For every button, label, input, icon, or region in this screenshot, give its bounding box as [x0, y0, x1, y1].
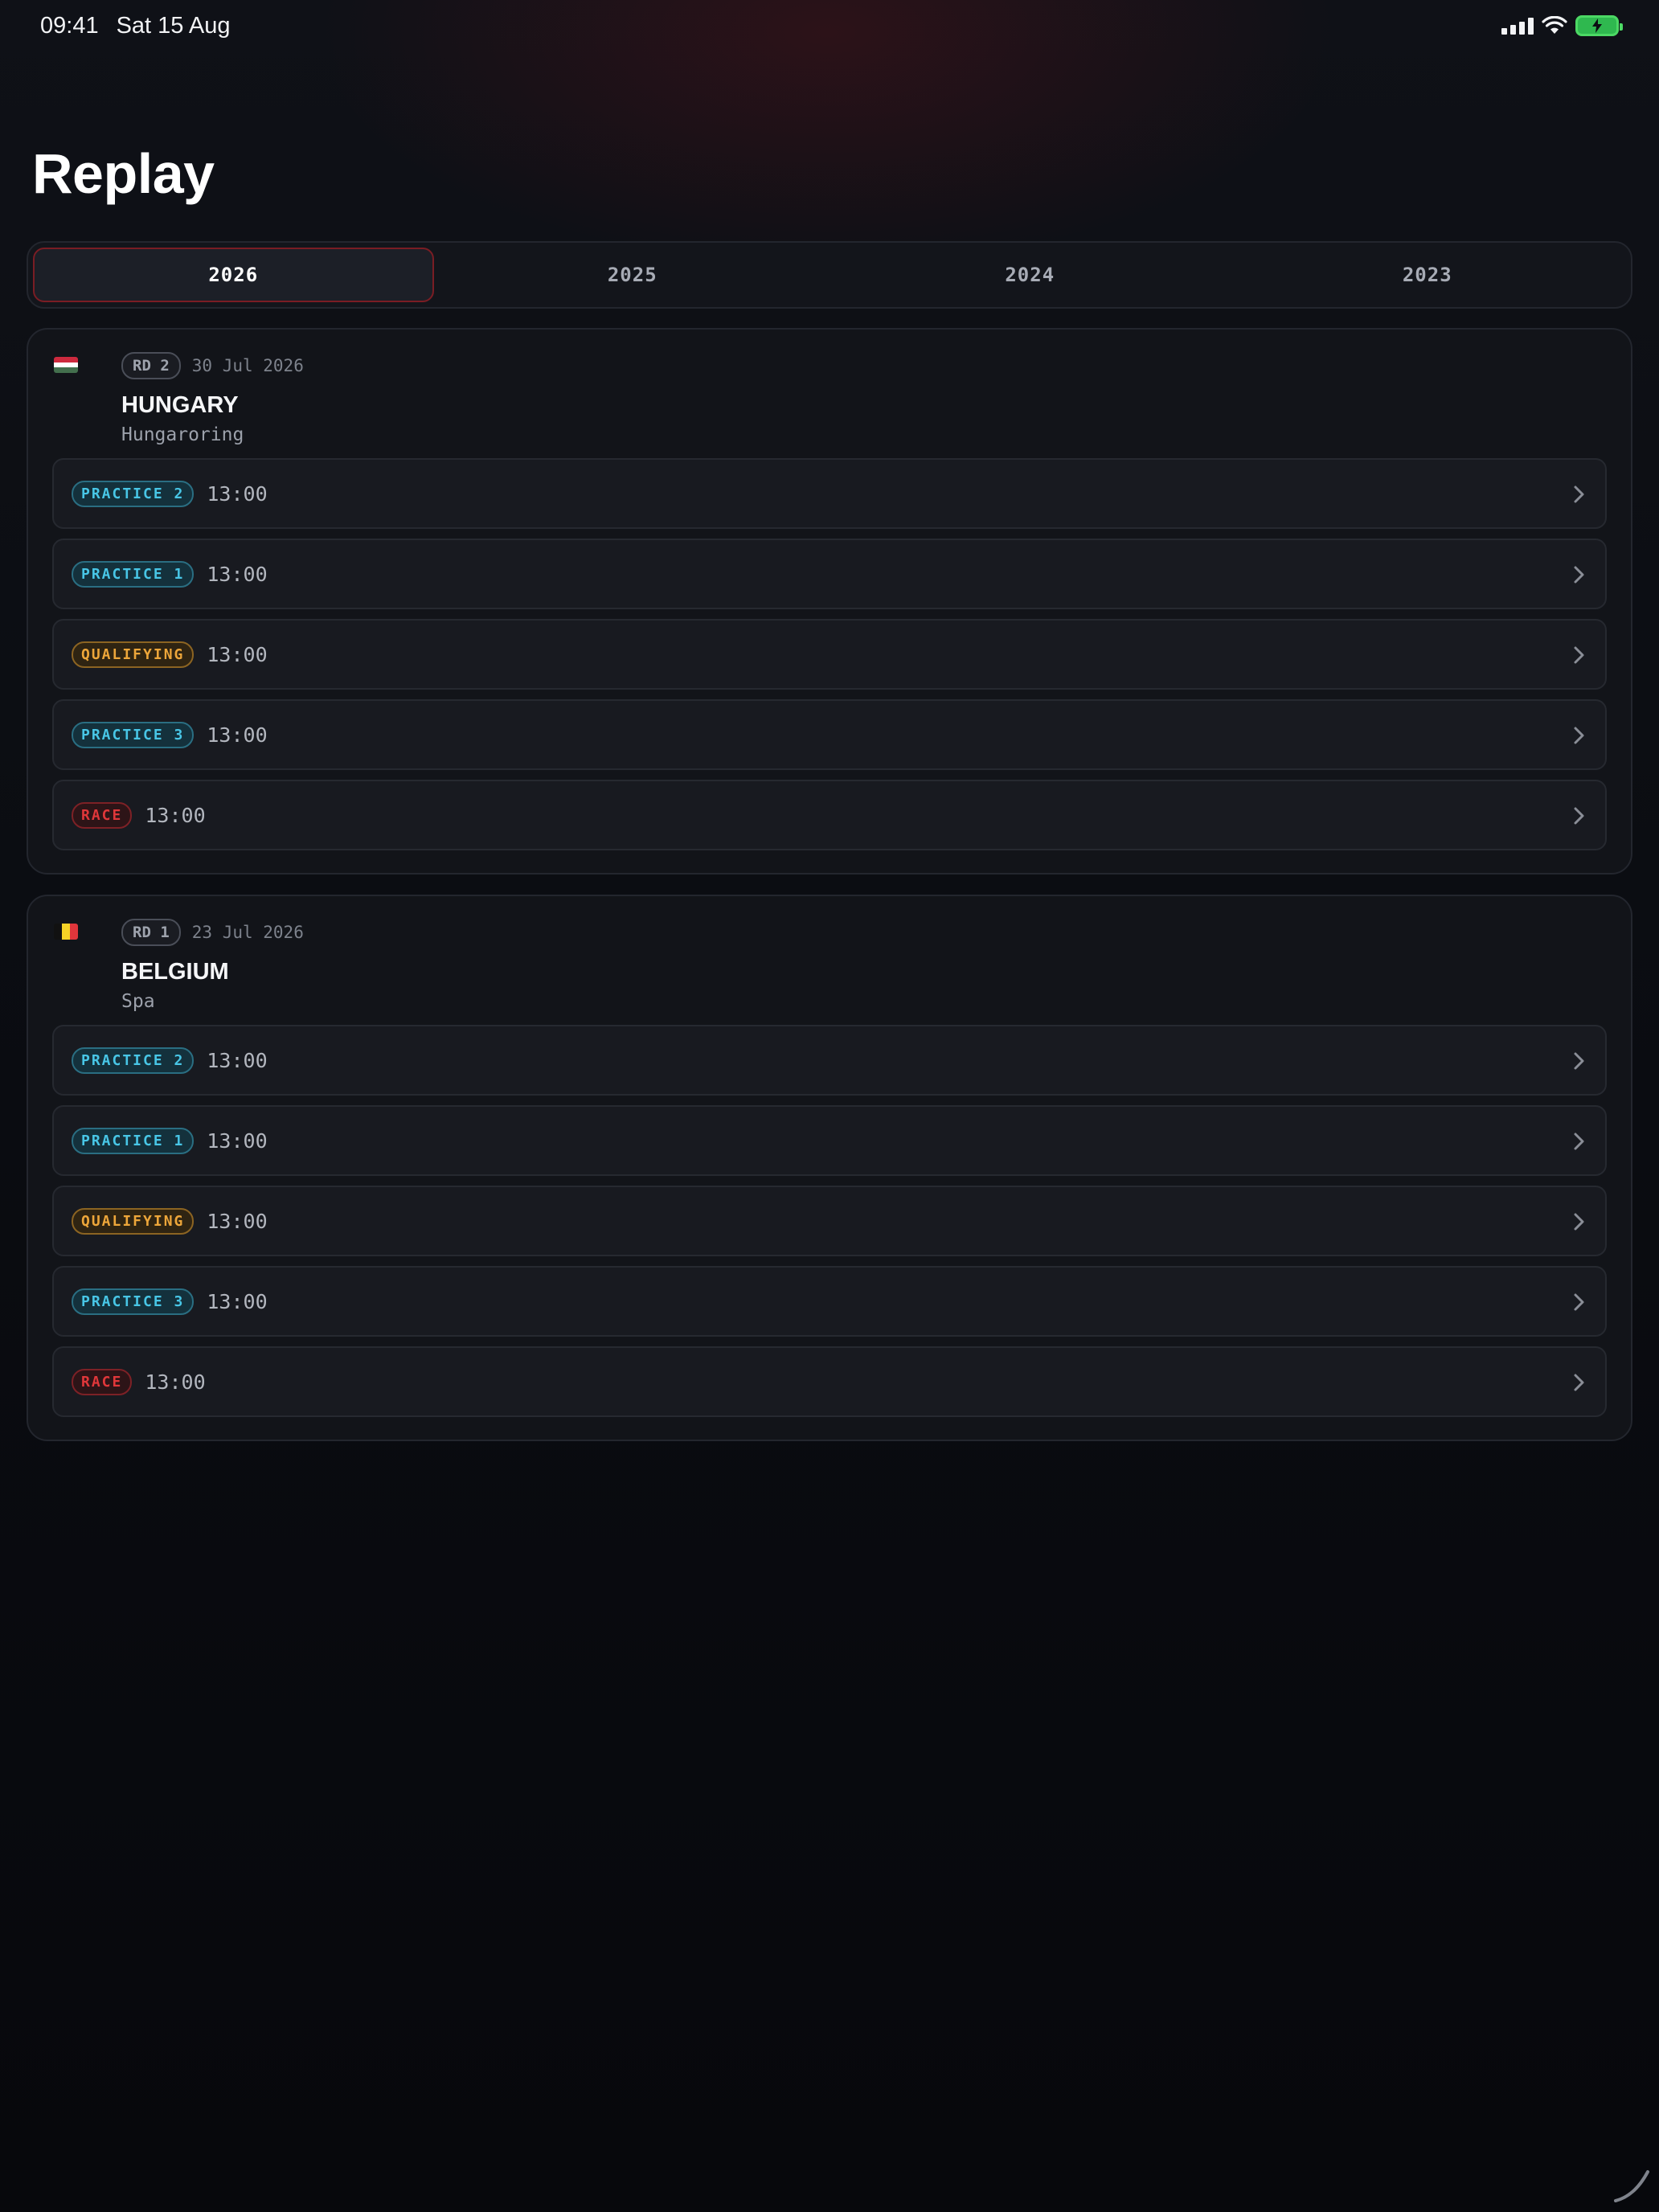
session-time: 13:00 — [207, 481, 268, 506]
session-time: 13:00 — [207, 723, 268, 747]
battery-charging-icon — [1575, 15, 1623, 36]
event-circuit: Spa — [121, 991, 155, 1012]
corner-gesture-icon — [1614, 2170, 1649, 2202]
round-badge: RD 1 — [121, 919, 181, 946]
season-tab-2025[interactable]: 2025 — [434, 248, 832, 302]
session-time: 13:00 — [207, 562, 268, 586]
flag-hungary-icon — [54, 357, 78, 373]
chevron-right-icon — [1574, 1133, 1584, 1150]
session-row[interactable]: PRACTICE 2 13:00 — [52, 1025, 1607, 1096]
status-date: Sat 15 Aug — [116, 12, 231, 39]
status-bar: 09:41 Sat 15 Aug — [0, 0, 1659, 51]
session-time: 13:00 — [207, 1129, 268, 1153]
season-tab-2023[interactable]: 2023 — [1229, 248, 1627, 302]
session-time: 13:00 — [145, 1370, 206, 1394]
session-row[interactable]: PRACTICE 3 13:00 — [52, 699, 1607, 770]
session-row[interactable]: PRACTICE 2 13:00 — [52, 458, 1607, 529]
session-time: 13:00 — [145, 803, 206, 827]
session-row[interactable]: RACE 13:00 — [52, 780, 1607, 850]
event-date: 23 Jul 2026 — [191, 923, 304, 942]
event-card-belgium: RD 1 23 Jul 2026 BELGIUM Spa PRACTICE 2 … — [27, 895, 1632, 1441]
page-title: Replay — [32, 142, 215, 205]
session-time: 13:00 — [207, 1289, 268, 1313]
event-circuit: Hungaroring — [121, 424, 244, 445]
session-type-badge: QUALIFYING — [72, 1207, 195, 1235]
season-tab-2026[interactable]: 2026 — [33, 248, 434, 302]
wifi-icon — [1542, 16, 1567, 34]
chevron-right-icon — [1574, 1052, 1584, 1070]
session-row[interactable]: RACE 13:00 — [52, 1346, 1607, 1417]
chevron-right-icon — [1574, 646, 1584, 664]
status-time: 09:41 — [40, 12, 99, 39]
round-badge: RD 2 — [121, 352, 181, 379]
session-type-badge: RACE — [72, 801, 133, 829]
session-type-badge: PRACTICE 1 — [72, 1127, 195, 1154]
session-type-badge: PRACTICE 2 — [72, 1047, 195, 1074]
session-time: 13:00 — [207, 1209, 268, 1233]
session-row[interactable]: PRACTICE 1 13:00 — [52, 1105, 1607, 1176]
event-date: 30 Jul 2026 — [191, 356, 304, 375]
chevron-right-icon — [1574, 727, 1584, 744]
session-row[interactable]: QUALIFYING 13:00 — [52, 1186, 1607, 1256]
session-type-badge: RACE — [72, 1368, 133, 1395]
chevron-right-icon — [1574, 1293, 1584, 1311]
chevron-right-icon — [1574, 1213, 1584, 1231]
session-type-badge: PRACTICE 3 — [72, 721, 195, 748]
session-row[interactable]: PRACTICE 3 13:00 — [52, 1266, 1607, 1337]
session-type-badge: PRACTICE 2 — [72, 480, 195, 507]
chevron-right-icon — [1574, 807, 1584, 825]
event-card-hungary: RD 2 30 Jul 2026 HUNGARY Hungaroring PRA… — [27, 328, 1632, 875]
session-row[interactable]: QUALIFYING 13:00 — [52, 619, 1607, 690]
session-row[interactable]: PRACTICE 1 13:00 — [52, 539, 1607, 609]
cellular-signal-icon — [1501, 17, 1534, 35]
chevron-right-icon — [1574, 1374, 1584, 1391]
session-time: 13:00 — [207, 642, 268, 666]
chevron-right-icon — [1574, 485, 1584, 503]
session-type-badge: PRACTICE 1 — [72, 560, 195, 588]
event-country: BELGIUM — [121, 959, 229, 985]
session-type-badge: PRACTICE 3 — [72, 1288, 195, 1315]
event-country: HUNGARY — [121, 392, 239, 418]
flag-belgium-icon — [54, 924, 78, 940]
session-time: 13:00 — [207, 1048, 268, 1072]
session-type-badge: QUALIFYING — [72, 641, 195, 668]
chevron-right-icon — [1574, 566, 1584, 584]
season-selector: 2026 2025 2024 2023 — [27, 241, 1632, 309]
season-tab-2024[interactable]: 2024 — [831, 248, 1229, 302]
